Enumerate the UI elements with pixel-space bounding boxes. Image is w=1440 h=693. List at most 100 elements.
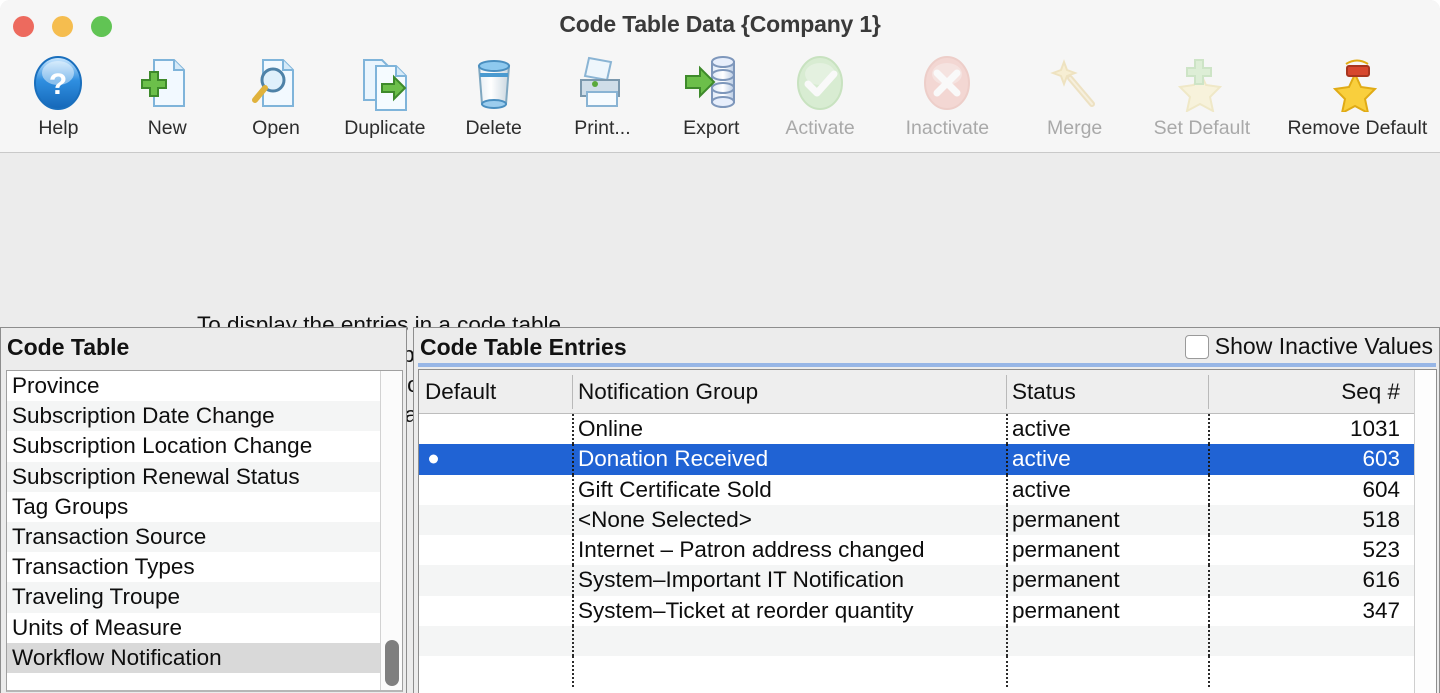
cell-notification-group[interactable]: [572, 626, 1006, 657]
cell-notification-group[interactable]: System–Ticket at reorder quantity: [572, 595, 1006, 627]
cell-notification-group[interactable]: Internet – Patron address changed: [572, 535, 1006, 566]
toolbar-button-label: Merge: [1047, 117, 1103, 139]
code-table-list-item[interactable]: Province: [7, 371, 382, 402]
cell-notification-group[interactable]: Online: [572, 414, 1006, 445]
cell-seq[interactable]: 518: [1208, 504, 1416, 536]
entries-table-header-row: Default Notification Group Status Seq #: [419, 370, 1436, 414]
list-scrollbar-thumb[interactable]: [385, 640, 399, 686]
checkbox-box[interactable]: [1184, 334, 1209, 359]
code-table-list-item[interactable]: Transaction Types: [7, 552, 382, 583]
code-table-data-window: Code Table Data {Company 1} ? Help New Open…: [0, 0, 1440, 693]
window-titlebar: Code Table Data {Company 1}: [0, 0, 1440, 48]
cell-status[interactable]: [1006, 656, 1208, 687]
cell-status[interactable]: permanent: [1006, 535, 1208, 566]
cell-notification-group[interactable]: Gift Certificate Sold: [572, 474, 1006, 505]
svg-text:?: ?: [49, 68, 67, 101]
toolbar-button-help[interactable]: ? Help: [4, 48, 113, 148]
cell-notification-group[interactable]: System–Important IT Notification: [572, 565, 1006, 596]
toolbar-button-remove-default[interactable]: Remove Default: [1275, 48, 1440, 148]
entries-table-row[interactable]: System–Ticket at reorder quantity permane…: [419, 595, 1436, 627]
main-toolbar: ? Help New Open Duplicate Delete Print... Expor…: [0, 48, 1440, 153]
code-table-list-item[interactable]: Subscription Renewal Status: [7, 461, 382, 492]
code-table-list-item[interactable]: Tag Groups: [7, 491, 382, 522]
default-indicator-dot: [429, 454, 438, 464]
entries-table-row[interactable]: [419, 656, 1436, 687]
toolbar-button-inactivate: Inactivate: [875, 48, 1021, 148]
toolbar-button-label: Set Default: [1153, 117, 1251, 139]
toolbar-button-delete[interactable]: Delete: [439, 48, 548, 148]
cell-default: [419, 626, 572, 656]
cell-status[interactable]: permanent: [1006, 565, 1208, 596]
show-inactive-values-checkbox[interactable]: Show Inactive Values: [1184, 333, 1433, 360]
entries-table-row[interactable]: Internet – Patron address changed permane…: [419, 535, 1436, 566]
entries-table-row[interactable]: System–Important IT Notification permanen…: [419, 565, 1436, 596]
cell-status[interactable]: permanent: [1006, 504, 1208, 536]
toolbar-button-print[interactable]: Print...: [548, 48, 657, 148]
cell-seq[interactable]: [1208, 626, 1416, 657]
cell-seq[interactable]: [1208, 656, 1416, 687]
cell-seq[interactable]: 616: [1208, 565, 1416, 596]
code-table-list-item[interactable]: Transaction Source: [7, 521, 382, 553]
entries-table-row[interactable]: Donation Received active 603: [419, 444, 1436, 475]
entries-table-body: Online active 1031 Donation Received active 6…: [419, 414, 1436, 687]
cell-status[interactable]: active: [1006, 444, 1208, 475]
magic-wand-icon: [1044, 52, 1106, 114]
open-magnifier-icon: [245, 52, 307, 114]
toolbar-button-label: New: [147, 117, 187, 139]
code-table-list-item[interactable]: Workflow Notification: [7, 642, 382, 673]
toolbar-button-set-default: Set Default: [1129, 48, 1275, 148]
toolbar-button-duplicate[interactable]: Duplicate: [330, 48, 439, 148]
cell-default: [419, 475, 572, 505]
column-header-status[interactable]: Status: [1006, 370, 1208, 413]
printer-icon: [571, 52, 633, 114]
cell-seq[interactable]: 1031: [1208, 414, 1416, 445]
cell-seq[interactable]: 347: [1208, 595, 1416, 627]
entries-vertical-scrollbar[interactable]: [1414, 370, 1436, 693]
column-header-notification-group[interactable]: Notification Group: [572, 370, 1006, 413]
cell-notification-group[interactable]: <None Selected>: [572, 504, 1006, 536]
code-table-panel-title: Code Table: [7, 334, 130, 360]
code-table-list-item[interactable]: Traveling Troupe: [7, 582, 382, 613]
cell-seq[interactable]: 603: [1208, 444, 1416, 475]
column-header-seq[interactable]: Seq #: [1208, 370, 1416, 413]
code-table-list-item[interactable]: Subscription Date Change: [7, 401, 382, 432]
cell-status[interactable]: permanent: [1006, 595, 1208, 627]
entries-table-row[interactable]: Gift Certificate Sold active 604: [419, 474, 1436, 505]
code-table-list-item[interactable]: Subscription Location Change: [7, 431, 382, 462]
cell-notification-group[interactable]: Donation Received: [572, 444, 1006, 475]
help-question-icon: ?: [27, 52, 89, 114]
entries-table-row[interactable]: Online active 1031: [419, 414, 1436, 445]
cell-seq[interactable]: 604: [1208, 474, 1416, 505]
toolbar-button-label: Export: [683, 117, 740, 139]
check-circle-icon: [789, 52, 851, 114]
cell-seq[interactable]: 523: [1208, 535, 1416, 566]
code-table-entries-title: Code Table Entries: [420, 334, 627, 360]
trash-can-icon: [463, 52, 525, 114]
cell-status[interactable]: active: [1006, 474, 1208, 505]
toolbar-button-label: Open: [252, 117, 300, 139]
entries-table-row[interactable]: [419, 626, 1436, 657]
toolbar-button-export[interactable]: Export: [657, 48, 766, 148]
toolbar-button-label: Print...: [574, 117, 631, 139]
toolbar-button-label: Activate: [785, 117, 855, 139]
list-vertical-scrollbar[interactable]: [380, 371, 402, 690]
x-circle-icon: [916, 52, 978, 114]
duplicate-pages-icon: [354, 52, 416, 114]
cell-notification-group[interactable]: [572, 656, 1006, 687]
toolbar-button-label: Inactivate: [905, 117, 990, 139]
toolbar-button-activate: Activate: [766, 48, 875, 148]
star-plus-icon: [1171, 52, 1233, 114]
column-header-default[interactable]: Default: [419, 370, 572, 413]
toolbar-button-label: Help: [38, 117, 79, 139]
show-inactive-values-label: Show Inactive Values: [1214, 333, 1433, 359]
cell-status[interactable]: active: [1006, 414, 1208, 445]
window-title: Code Table Data {Company 1}: [559, 11, 881, 37]
toolbar-button-new[interactable]: New: [113, 48, 222, 148]
cell-status[interactable]: [1006, 626, 1208, 657]
code-table-list-item[interactable]: Units of Measure: [7, 612, 382, 643]
toolbar-button-open[interactable]: Open: [222, 48, 331, 148]
entries-header: Code Table Entries Show Inactive Values: [414, 328, 1439, 370]
toolbar-button-merge: Merge: [1020, 48, 1129, 148]
entries-table-row[interactable]: <None Selected> permanent 518: [419, 504, 1436, 536]
code-table-list[interactable]: Province Subscription Date Change Subscrip…: [6, 370, 403, 692]
